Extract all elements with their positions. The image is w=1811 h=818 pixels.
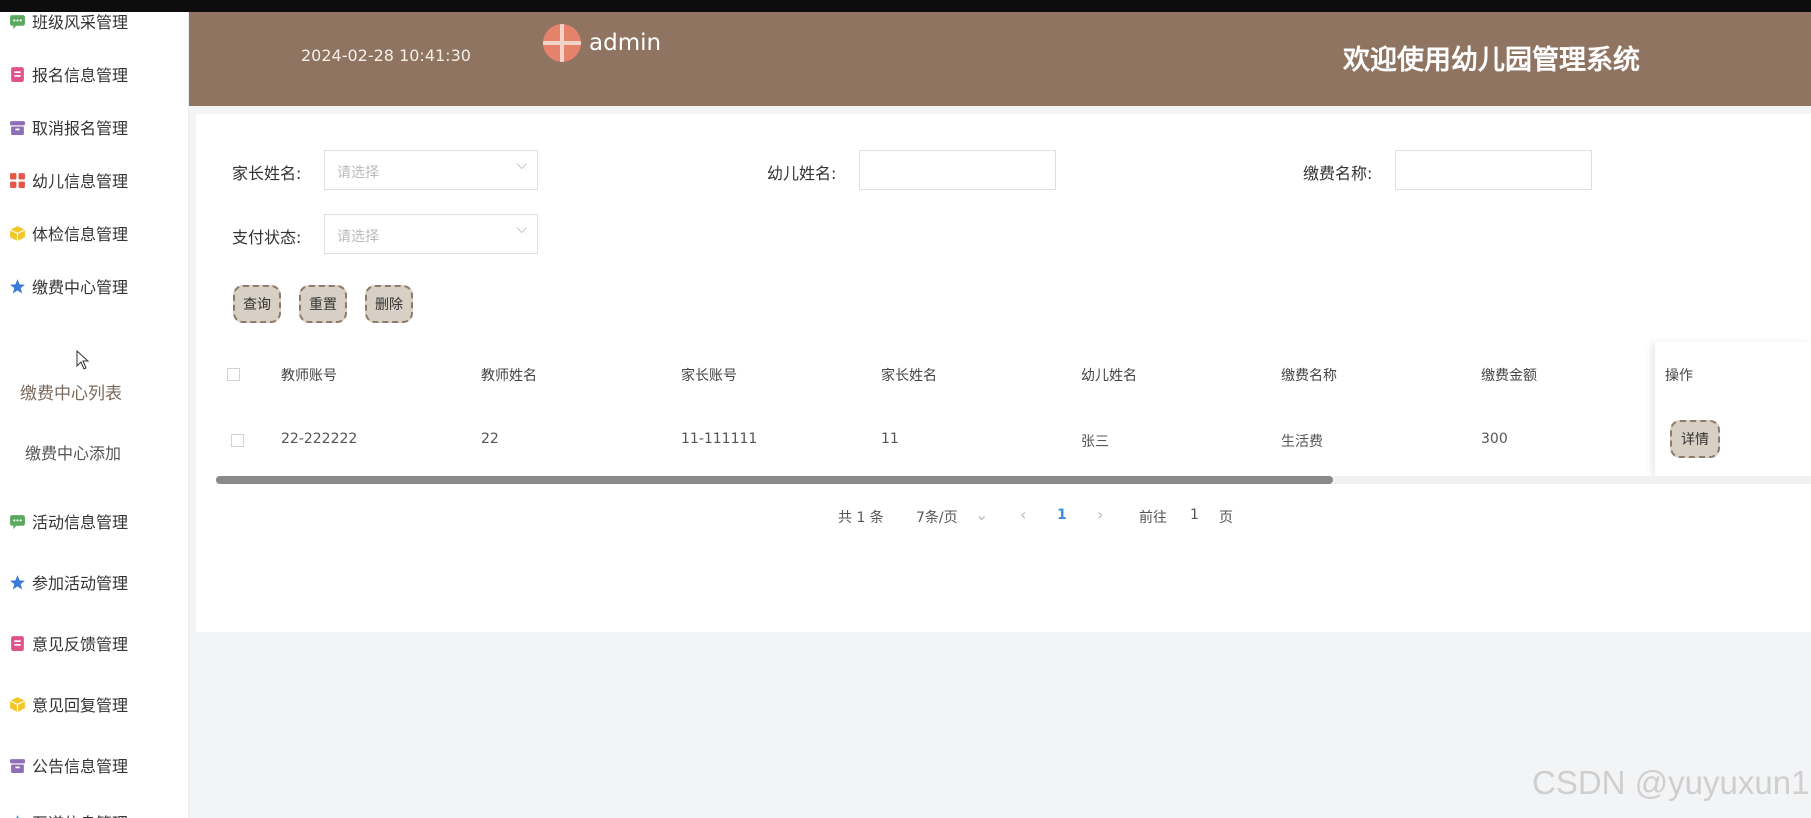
column-header: 幼儿姓名 — [1081, 368, 1137, 384]
detail-button[interactable]: 详情 — [1670, 420, 1720, 458]
user-avatar[interactable] — [543, 24, 581, 62]
sidebar-item-payment-center[interactable]: 缴费中心管理 — [8, 271, 128, 301]
sidebar-item-feedback[interactable]: 意见反馈管理 — [8, 628, 128, 658]
cell-teacher-name: 22 — [481, 431, 499, 447]
sidebar-subitem-payment-add[interactable]: 缴费中心添加 — [25, 437, 121, 467]
cell-parent-account: 11-111111 — [681, 431, 758, 447]
prev-page-icon[interactable]: ‹ — [1020, 505, 1026, 524]
sidebar-item-label: 意见反馈管理 — [32, 635, 129, 654]
goto-label: 前往 — [1139, 510, 1167, 526]
child-name-input[interactable] — [859, 150, 1056, 190]
column-header: 教师账号 — [281, 368, 337, 384]
top-header: 2024-02-28 10:41:30 admin 欢迎使用幼儿园管理系统 — [189, 12, 1811, 106]
pay-status-label: 支付状态: — [232, 228, 302, 247]
star-icon — [8, 813, 26, 818]
star-icon — [8, 573, 26, 591]
main-panel — [196, 114, 1811, 632]
cell-child-name: 张三 — [1081, 434, 1109, 450]
sidebar-item-label: 体检信息管理 — [32, 225, 129, 244]
chevron-down-icon: ⌵ — [516, 221, 527, 237]
sidebar-item-cancel-enrollment[interactable]: 取消报名管理 — [8, 112, 128, 142]
document-icon — [8, 634, 26, 652]
username[interactable]: admin — [589, 30, 661, 56]
sidebar-item-label: 取消报名管理 — [32, 119, 129, 138]
goto-page-input[interactable]: 1 — [1190, 507, 1199, 523]
sidebar-item-label: 公告信息管理 — [32, 757, 129, 776]
sidebar-item-feedback-reply[interactable]: 意见回复管理 — [8, 689, 128, 719]
parent-name-select[interactable]: 请选择 ⌵ — [324, 150, 538, 190]
chat-icon — [8, 512, 26, 530]
query-button[interactable]: 查询 — [233, 285, 281, 323]
reset-button[interactable]: 重置 — [299, 285, 347, 323]
sidebar-item-last[interactable]: 至道信息管理 — [8, 807, 128, 818]
sidebar-item-child-info[interactable]: 幼儿信息管理 — [8, 165, 128, 195]
cube-icon — [8, 224, 26, 242]
pagination-total: 共 1 条 — [838, 510, 884, 526]
horizontal-scrollbar-thumb[interactable] — [216, 476, 1333, 484]
column-header: 缴费名称 — [1281, 368, 1337, 384]
page-size-select[interactable]: 7条/页 — [916, 507, 958, 527]
sidebar-item-label: 参加活动管理 — [32, 574, 129, 593]
column-header: 操作 — [1665, 368, 1693, 384]
next-page-icon[interactable]: › — [1097, 505, 1103, 524]
chevron-down-icon: ⌵ — [516, 157, 527, 173]
child-name-label: 幼儿姓名: — [767, 164, 837, 183]
column-header: 家长账号 — [681, 368, 737, 384]
sidebar: 班级风采管理 报名信息管理 取消报名管理 幼儿信息管理 体检信息管理 缴费中心管… — [0, 12, 189, 818]
page-title: 欢迎使用幼儿园管理系统 — [1343, 45, 1640, 76]
page-unit-label: 页 — [1219, 510, 1233, 526]
sidebar-item-class-style[interactable]: 班级风采管理 — [8, 12, 128, 36]
cube-icon — [8, 695, 26, 713]
sidebar-item-enrollment[interactable]: 报名信息管理 — [8, 59, 128, 89]
sidebar-subitem-payment-list[interactable]: 缴费中心列表 — [20, 376, 122, 406]
mouse-pointer-icon — [76, 350, 90, 370]
sidebar-item-label: 缴费中心管理 — [32, 278, 129, 297]
star-icon — [8, 277, 26, 295]
sidebar-item-announcement[interactable]: 公告信息管理 — [8, 750, 128, 780]
row-checkbox[interactable] — [231, 434, 244, 447]
sidebar-item-label: 意见回复管理 — [32, 696, 129, 715]
pay-status-select[interactable]: 请选择 ⌵ — [324, 214, 538, 254]
pay-status-placeholder: 请选择 — [337, 229, 379, 245]
document-icon — [8, 65, 26, 83]
sidebar-item-label: 幼儿信息管理 — [32, 172, 129, 191]
fee-name-label: 缴费名称: — [1303, 164, 1373, 183]
sidebar-item-label: 报名信息管理 — [32, 66, 129, 85]
parent-name-label: 家长姓名: — [232, 164, 302, 183]
window-top-bar — [0, 0, 1811, 12]
chevron-down-icon[interactable]: ⌄ — [975, 505, 988, 524]
current-page[interactable]: 1 — [1057, 507, 1067, 523]
cell-fee-name: 生活费 — [1281, 434, 1323, 450]
archive-icon — [8, 756, 26, 774]
sidebar-item-label: 活动信息管理 — [32, 513, 129, 532]
archive-icon — [8, 118, 26, 136]
grid-icon — [8, 171, 26, 189]
select-all-checkbox[interactable] — [227, 368, 240, 381]
column-header: 家长姓名 — [881, 368, 937, 384]
cell-teacher-account: 22-222222 — [281, 431, 358, 447]
sidebar-item-join-activity[interactable]: 参加活动管理 — [8, 567, 128, 597]
column-header: 缴费金额 — [1481, 368, 1537, 384]
sidebar-item-label: 至道信息管理 — [32, 810, 128, 818]
watermark: CSDN @yuyuxun1 — [1532, 764, 1810, 801]
sidebar-item-activity-info[interactable]: 活动信息管理 — [8, 506, 128, 536]
fee-name-input[interactable] — [1395, 150, 1592, 190]
current-datetime: 2024-02-28 10:41:30 — [301, 46, 471, 65]
parent-name-placeholder: 请选择 — [337, 165, 379, 181]
sidebar-item-label: 班级风采管理 — [32, 13, 129, 32]
sidebar-item-health-check[interactable]: 体检信息管理 — [8, 218, 128, 248]
chat-icon — [8, 12, 26, 30]
column-header: 教师姓名 — [481, 368, 537, 384]
cell-amount: 300 — [1481, 431, 1508, 447]
cell-parent-name: 11 — [881, 431, 899, 447]
delete-button[interactable]: 删除 — [365, 285, 413, 323]
